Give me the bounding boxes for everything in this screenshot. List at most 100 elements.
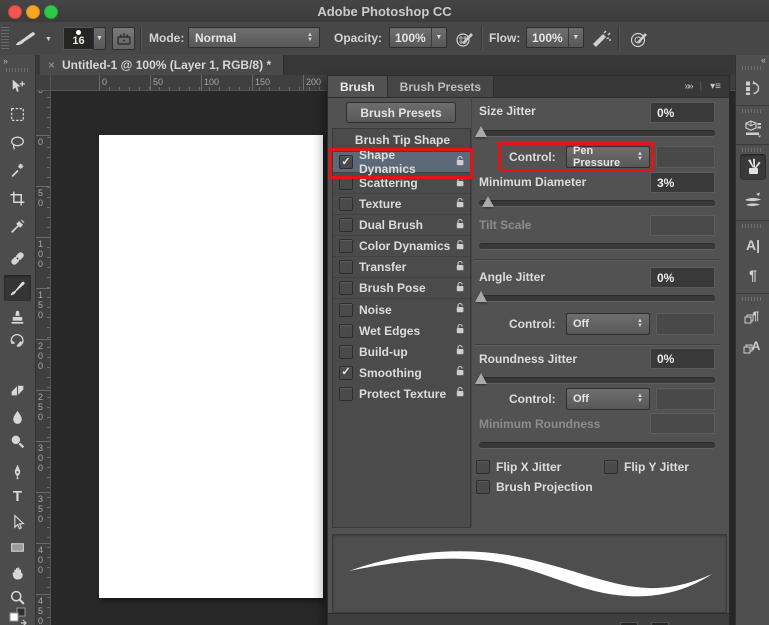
lock-icon[interactable]	[454, 260, 466, 275]
ruler-corner[interactable]	[36, 75, 51, 91]
dock-grip[interactable]	[742, 297, 763, 301]
history-panel-button[interactable]	[740, 75, 766, 101]
size-jitter-control-dropdown[interactable]: Pen Pressure ▲▼	[566, 146, 650, 168]
brush-pose-list-item[interactable]: Brush Pose	[333, 278, 470, 299]
lasso-tool[interactable]	[4, 129, 31, 155]
lock-icon[interactable]	[454, 176, 466, 191]
hand-tool[interactable]	[4, 559, 31, 585]
roundness-control-dropdown[interactable]: Off ▲▼	[566, 388, 650, 410]
flip-y-checkbox[interactable]	[604, 460, 618, 474]
options-bar-grip[interactable]	[1, 27, 9, 49]
checkbox[interactable]	[339, 176, 353, 190]
size-jitter-value[interactable]: 0%	[650, 102, 715, 123]
lock-icon[interactable]	[454, 302, 466, 317]
checkbox[interactable]	[339, 197, 353, 211]
close-tab-icon[interactable]: ×	[48, 58, 55, 72]
minimum-diameter-value[interactable]: 3%	[650, 172, 715, 193]
dual-brush-list-item[interactable]: Dual Brush	[333, 215, 470, 236]
tab-brush[interactable]: Brush	[328, 76, 388, 97]
brush-projection-checkbox[interactable]	[476, 480, 490, 494]
lock-icon[interactable]	[454, 386, 466, 401]
size-jitter-slider[interactable]	[479, 130, 715, 137]
dock-collapse-icon[interactable]: ‹‹	[761, 55, 765, 65]
protect-texture-list-item[interactable]: Protect Texture	[333, 383, 470, 404]
tab-brush-presets[interactable]: Brush Presets	[388, 76, 494, 97]
flip-x-checkbox[interactable]	[476, 460, 490, 474]
vertical-ruler[interactable]: 0 0 50 100 150 200 250 300 350 400 450	[36, 91, 51, 625]
brush-tool[interactable]	[4, 275, 31, 301]
document-tab[interactable]: × Untitled-1 @ 100% (Layer 1, RGB/8) *	[40, 55, 284, 75]
angle-jitter-slider[interactable]	[479, 295, 715, 302]
slider-thumb[interactable]	[482, 196, 494, 207]
slider-thumb[interactable]	[475, 373, 487, 384]
type-tool[interactable]: T	[4, 483, 31, 509]
character-panel-button[interactable]: A|	[740, 232, 766, 258]
blur-tool[interactable]	[4, 404, 31, 430]
crop-tool[interactable]	[4, 185, 31, 211]
checkbox[interactable]	[339, 281, 353, 295]
rectangle-shape-tool[interactable]	[4, 534, 31, 560]
toolbar-grip[interactable]	[6, 68, 28, 72]
checkbox[interactable]	[339, 345, 353, 359]
brush-size-dropdown-arrow[interactable]: ▼	[93, 27, 106, 50]
blend-mode-dropdown[interactable]: Normal ▲▼	[188, 27, 320, 48]
lock-icon[interactable]	[454, 239, 466, 254]
pressure-size-icon[interactable]	[627, 29, 651, 49]
scattering-list-item[interactable]: Scattering	[333, 173, 470, 194]
color-swatches[interactable]	[4, 606, 31, 625]
magic-wand-tool[interactable]	[4, 157, 31, 183]
lock-icon[interactable]	[454, 323, 466, 338]
lock-icon[interactable]	[454, 218, 466, 233]
eyedropper-tool[interactable]	[4, 213, 31, 239]
document-canvas[interactable]	[99, 135, 323, 598]
move-tool[interactable]	[4, 73, 31, 99]
panel-menu-icon[interactable]: ▾≡	[710, 81, 721, 92]
flow-dropdown[interactable]: 100% ▼	[526, 27, 584, 48]
checkbox[interactable]	[339, 260, 353, 274]
paragraph-styles-panel-button[interactable]: ¶	[740, 305, 766, 331]
brush-size-preview[interactable]: 16	[63, 27, 94, 50]
transfer-list-item[interactable]: Transfer	[333, 257, 470, 278]
toolbar-expand-icon[interactable]: ››	[3, 56, 7, 66]
checkbox[interactable]	[339, 239, 353, 253]
dock-grip[interactable]	[742, 66, 763, 70]
roundness-jitter-slider[interactable]	[479, 377, 715, 384]
dodge-tool[interactable]	[4, 428, 31, 454]
toggle-brush-panel-button[interactable]	[112, 27, 135, 50]
brush-tool-preset-icon[interactable]	[14, 29, 42, 52]
spot-healing-tool[interactable]	[4, 245, 31, 271]
checkbox[interactable]	[339, 324, 353, 338]
slider-thumb[interactable]	[475, 126, 487, 137]
checkbox[interactable]	[339, 387, 353, 401]
character-styles-panel-button[interactable]: A	[740, 335, 766, 361]
lock-icon[interactable]	[454, 281, 466, 296]
minimum-diameter-slider[interactable]	[479, 200, 715, 207]
lock-icon[interactable]	[454, 197, 466, 212]
eraser-tool[interactable]	[4, 376, 31, 402]
texture-list-item[interactable]: Texture	[333, 194, 470, 215]
lock-icon[interactable]	[454, 344, 466, 359]
checkbox[interactable]: ✓	[339, 366, 353, 380]
brush-presets-panel-button[interactable]	[740, 188, 766, 214]
roundness-jitter-value[interactable]: 0%	[650, 348, 715, 369]
checkbox[interactable]: ✓	[339, 155, 353, 169]
pressure-opacity-icon[interactable]	[453, 29, 477, 49]
brush-projection-checkbox-row[interactable]: Brush Projection	[476, 480, 593, 494]
dock-grip[interactable]	[742, 148, 763, 152]
build-up-list-item[interactable]: Build-up	[333, 341, 470, 362]
brush-presets-button[interactable]: Brush Presets	[346, 102, 456, 123]
opacity-arrow-icon[interactable]: ▼	[431, 28, 446, 47]
angle-control-dropdown[interactable]: Off ▲▼	[566, 313, 650, 335]
lock-icon[interactable]	[454, 365, 466, 380]
smoothing-list-item[interactable]: ✓ Smoothing	[333, 362, 470, 383]
paragraph-panel-button[interactable]: ¶	[740, 262, 766, 288]
panel-expand-icon[interactable]: »»	[684, 81, 691, 92]
noise-list-item[interactable]: Noise	[333, 299, 470, 320]
slider-thumb[interactable]	[475, 291, 487, 302]
brush-preset-chevron-icon[interactable]: ▼	[45, 36, 52, 43]
flow-arrow-icon[interactable]: ▼	[568, 28, 583, 47]
flip-y-jitter-checkbox-row[interactable]: Flip Y Jitter	[604, 460, 689, 474]
airbrush-icon[interactable]	[589, 29, 613, 49]
angle-jitter-value[interactable]: 0%	[650, 267, 715, 288]
rectangular-marquee-tool[interactable]	[4, 101, 31, 127]
